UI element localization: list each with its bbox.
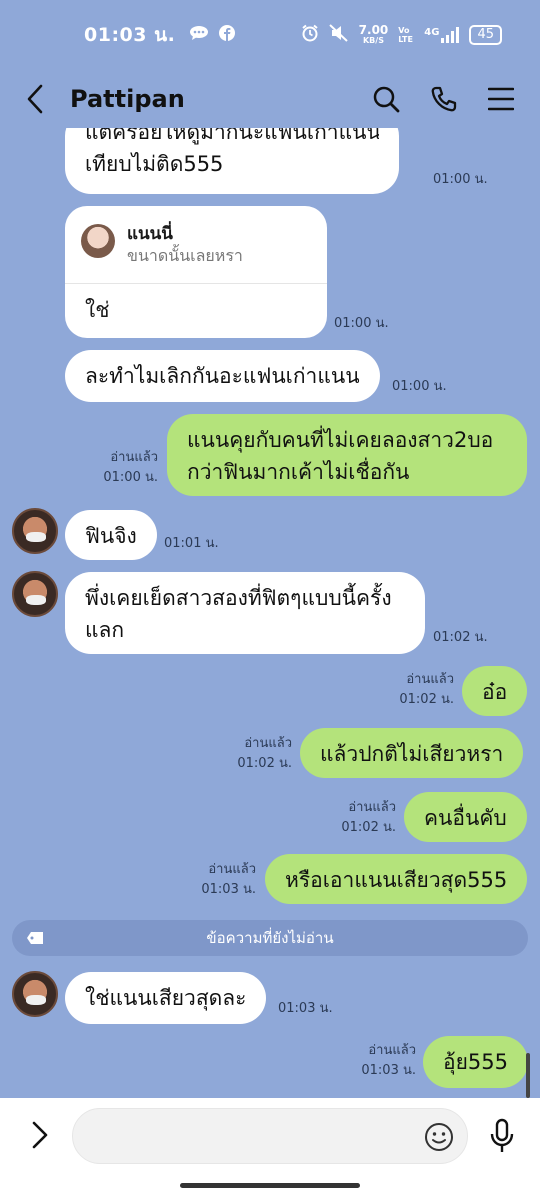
message-bubble-outgoing[interactable]: หรือเอาแนนเสียวสุด555 xyxy=(265,854,528,904)
avatar[interactable] xyxy=(12,508,58,554)
message-time: 01:02 น. xyxy=(433,630,488,645)
status-notification-icons xyxy=(189,25,236,45)
chat-title: Pattipan xyxy=(70,85,185,113)
status-right-icons: 7.00 KB/S Vo LTE 4G 45 xyxy=(301,24,502,46)
read-label: อ่านแล้ว xyxy=(244,736,292,751)
net-speed-value: 7.00 xyxy=(358,23,389,37)
mute-icon xyxy=(328,24,349,46)
message-text: แล้วปกติไม่เสียวหรา xyxy=(320,742,504,766)
read-receipt: อ่านแล้ว 01:00 น. xyxy=(96,448,158,488)
read-receipt: อ่านแล้ว 01:02 น. xyxy=(334,798,396,838)
smiley-icon[interactable] xyxy=(424,1122,454,1156)
message-text: ละทำไมเลิกกันอะแฟนเก่าแนน xyxy=(85,364,360,388)
message-bubble-outgoing[interactable]: อ๋อ xyxy=(462,666,528,716)
read-receipt: อ่านแล้ว 01:02 น. xyxy=(392,670,454,710)
volte-label: Vo LTE xyxy=(398,26,413,44)
message-time: 01:03 น. xyxy=(278,1001,333,1016)
message-text: แนนคุยกับคนที่ไม่เคยลองสาว2บอ xyxy=(187,428,494,452)
quoted-message[interactable]: แนนนี่ ขนาดนั้นเลยหรา xyxy=(65,206,327,284)
message-time: 01:00 น. xyxy=(103,470,158,485)
message-time: 01:03 น. xyxy=(201,882,256,897)
message-text: คนอื่นคับ xyxy=(424,806,507,830)
avatar[interactable] xyxy=(12,971,58,1017)
chat-notification-icon xyxy=(189,25,209,45)
message-text: แต่ครอยให้ดูมากนะแฟนเก่าแนนน xyxy=(85,128,379,144)
message-text: พึ่งเคยเย็ดสาวสองที่ฟิตๆแบบนี้ครั้ง xyxy=(85,586,392,610)
read-label: อ่านแล้ว xyxy=(208,862,256,877)
message-bubble-outgoing[interactable]: แล้วปกติไม่เสียวหรา xyxy=(300,728,524,778)
alarm-icon xyxy=(301,24,319,46)
read-label: อ่านแล้ว xyxy=(110,450,158,465)
message-text: กว่าฟินมากเค้าไม่เชื่อกัน xyxy=(187,460,410,484)
search-icon[interactable] xyxy=(372,85,400,113)
message-input[interactable] xyxy=(72,1108,468,1164)
message-text: ใช่ xyxy=(85,298,110,322)
scrollbar-thumb[interactable] xyxy=(526,1053,530,1098)
quoted-text: ขนาดนั้นเลยหรา xyxy=(127,246,243,265)
message-bubble-outgoing[interactable]: คนอื่นคับ xyxy=(404,792,527,842)
network-speed: 7.00 KB/S xyxy=(359,24,389,46)
facebook-icon xyxy=(219,25,236,45)
read-receipt: อ่านแล้ว 01:03 น. xyxy=(354,1041,416,1081)
home-indicator xyxy=(180,1183,360,1188)
message-time: 01:00 น. xyxy=(392,379,447,394)
chat-header: Pattipan xyxy=(0,70,540,128)
message-text: เทียบไม่ติด555 xyxy=(85,152,224,176)
status-bar: 01:03 น. 7.00 KB/S Vo LTE 4G 45 xyxy=(0,0,540,70)
hamburger-menu-icon[interactable] xyxy=(488,87,514,111)
message-time: 01:00 น. xyxy=(433,172,488,187)
message-time: 01:00 น. xyxy=(334,316,389,331)
message-bubble-incoming[interactable]: ฟินจิง xyxy=(65,510,157,560)
microphone-icon[interactable] xyxy=(488,1118,516,1158)
avatar[interactable] xyxy=(12,571,58,617)
quoted-sender-name: แนนนี่ xyxy=(127,224,173,244)
tag-icon xyxy=(26,931,44,945)
status-time: 01:03 น. xyxy=(84,24,176,46)
signal-icon: 4G xyxy=(424,27,460,43)
message-text: แลก xyxy=(85,618,125,642)
read-receipt: อ่านแล้ว 01:02 น. xyxy=(230,734,292,774)
message-bubble-incoming[interactable]: ใช่แนนเสียวสุดละ xyxy=(65,972,267,1024)
read-label: อ่านแล้ว xyxy=(348,800,396,815)
message-text: หรือเอาแนนเสียวสุด555 xyxy=(285,868,508,892)
read-label: อ่านแล้ว xyxy=(406,672,454,687)
quoted-avatar xyxy=(81,224,115,258)
message-time: 01:03 น. xyxy=(361,1063,416,1078)
message-text: อุ้ย555 xyxy=(443,1050,508,1074)
header-actions xyxy=(372,85,514,113)
chevron-right-icon[interactable] xyxy=(30,1120,50,1150)
message-time: 01:02 น. xyxy=(399,692,454,707)
message-time: 01:02 น. xyxy=(341,820,396,835)
message-time: 01:02 น. xyxy=(237,756,292,771)
battery-indicator: 45 xyxy=(469,25,502,45)
unread-divider-label: ข้อความที่ยังไม่อ่าน xyxy=(206,929,334,947)
message-text: ใช่แนนเสียวสุดละ xyxy=(85,986,247,1010)
message-text: อ๋อ xyxy=(482,680,508,704)
phone-icon[interactable] xyxy=(430,85,458,113)
message-bubble-incoming[interactable]: ละทำไมเลิกกันอะแฟนเก่าแนน xyxy=(65,350,380,402)
message-list[interactable]: แต่ครอยให้ดูมากนะแฟนเก่าแนนน เทียบไม่ติด… xyxy=(0,128,540,1098)
message-time: 01:01 น. xyxy=(164,536,219,551)
net-speed-unit: KB/S xyxy=(362,36,384,45)
message-bubble-incoming[interactable]: แต่ครอยให้ดูมากนะแฟนเก่าแนนน เทียบไม่ติด… xyxy=(65,128,399,194)
read-label: อ่านแล้ว xyxy=(368,1043,416,1058)
message-bubble-outgoing[interactable]: อุ้ย555 xyxy=(423,1036,528,1088)
message-text: ฟินจิง xyxy=(85,524,137,548)
message-bubble-outgoing[interactable]: แนนคุยกับคนที่ไม่เคยลองสาว2บอ กว่าฟินมาก… xyxy=(167,414,527,496)
chevron-left-icon[interactable] xyxy=(26,81,52,117)
message-bubble-incoming[interactable]: พึ่งเคยเย็ดสาวสองที่ฟิตๆแบบนี้ครั้ง แลก xyxy=(65,572,425,654)
unread-divider: ข้อความที่ยังไม่อ่าน xyxy=(12,920,528,956)
read-receipt: อ่านแล้ว 01:03 น. xyxy=(194,860,256,900)
network-type: 4G xyxy=(424,27,440,38)
reply-message-bubble[interactable]: แนนนี่ ขนาดนั้นเลยหรา ใช่ xyxy=(65,206,327,338)
